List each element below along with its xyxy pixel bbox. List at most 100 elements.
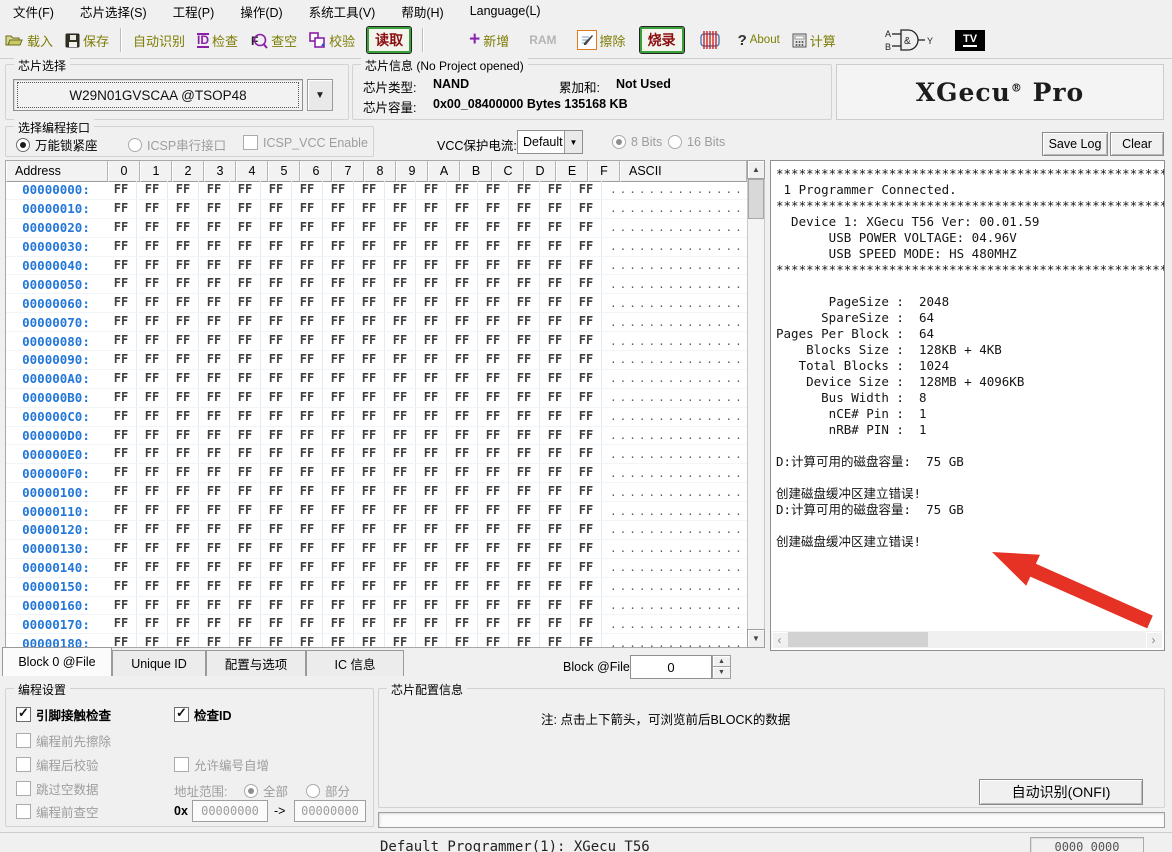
hex-byte-cell[interactable]: FF (261, 408, 292, 426)
menu-item-2[interactable]: 芯片选择(S) (67, 2, 160, 21)
hex-byte-cell[interactable]: FF (509, 389, 540, 407)
hex-byte-cell[interactable]: FF (447, 578, 478, 596)
hex-byte-cell[interactable]: FF (385, 521, 416, 539)
hex-byte-cell[interactable]: FF (230, 181, 261, 199)
hex-byte-cell[interactable]: FF (540, 464, 571, 482)
hex-byte-cell[interactable]: FF (478, 597, 509, 615)
hex-byte-cell[interactable]: FF (137, 559, 168, 577)
hex-byte-cell[interactable]: FF (137, 238, 168, 256)
hex-byte-cell[interactable]: FF (509, 464, 540, 482)
hex-byte-cell[interactable]: FF (323, 427, 354, 445)
hex-byte-cell[interactable]: FF (416, 597, 447, 615)
hex-byte-cell[interactable]: FF (168, 238, 199, 256)
checkbox-check-id[interactable]: 检查ID (174, 705, 232, 724)
hex-byte-cell[interactable]: FF (137, 294, 168, 312)
hex-byte-cell[interactable]: FF (354, 332, 385, 350)
hex-byte-cell[interactable]: FF (199, 597, 230, 615)
hex-byte-cell[interactable]: FF (447, 427, 478, 445)
hex-byte-cell[interactable]: FF (199, 332, 230, 350)
hex-byte-cell[interactable]: FF (509, 294, 540, 312)
hex-byte-cell[interactable]: FF (106, 200, 137, 218)
hex-byte-cell[interactable]: FF (323, 238, 354, 256)
hex-byte-cell[interactable]: FF (478, 559, 509, 577)
hex-byte-cell[interactable]: FF (261, 502, 292, 520)
hex-byte-cell[interactable]: FF (323, 332, 354, 350)
vcc-combobox[interactable]: Default ▼ (517, 130, 583, 154)
hex-byte-cell[interactable]: FF (540, 389, 571, 407)
hex-byte-cell[interactable]: FF (292, 578, 323, 596)
hex-byte-cell[interactable]: FF (354, 578, 385, 596)
hex-ascii-cell[interactable]: ................ (602, 391, 747, 404)
hex-byte-cell[interactable]: FF (292, 181, 323, 199)
hex-byte-cell[interactable]: FF (571, 578, 602, 596)
hex-byte-cell[interactable]: FF (292, 445, 323, 463)
hex-byte-cell[interactable]: FF (571, 502, 602, 520)
hex-byte-cell[interactable]: FF (323, 219, 354, 237)
hex-byte-cell[interactable]: FF (137, 540, 168, 558)
hex-byte-cell[interactable]: FF (106, 219, 137, 237)
hex-byte-cell[interactable]: FF (447, 634, 478, 648)
hex-byte-cell[interactable]: FF (354, 257, 385, 275)
hex-byte-cell[interactable]: FF (230, 559, 261, 577)
hex-byte-cell[interactable]: FF (323, 464, 354, 482)
hex-byte-cell[interactable]: FF (354, 445, 385, 463)
hex-byte-cell[interactable]: FF (137, 257, 168, 275)
hex-byte-cell[interactable]: FF (199, 578, 230, 596)
hex-byte-cell[interactable]: FF (261, 238, 292, 256)
hex-byte-cell[interactable]: FF (385, 238, 416, 256)
hex-byte-cell[interactable]: FF (199, 540, 230, 558)
hex-byte-cell[interactable]: FF (416, 332, 447, 350)
hex-vertical-scrollbar[interactable] (747, 160, 765, 648)
hex-ascii-cell[interactable]: ................ (602, 637, 747, 648)
hex-byte-cell[interactable]: FF (509, 313, 540, 331)
auto-detect-button[interactable]: 自动识别 (133, 31, 185, 50)
hex-byte-cell[interactable]: FF (230, 238, 261, 256)
hex-byte-cell[interactable]: FF (261, 445, 292, 463)
hex-byte-cell[interactable]: FF (261, 181, 292, 199)
hex-ascii-cell[interactable]: ................ (602, 297, 747, 310)
hex-byte-cell[interactable]: FF (478, 313, 509, 331)
hex-byte-cell[interactable]: FF (230, 615, 261, 633)
tab-3[interactable]: 配置与选项 (206, 650, 306, 676)
program-button[interactable]: 烧录 (640, 27, 684, 53)
hex-byte-cell[interactable]: FF (292, 408, 323, 426)
hex-ascii-cell[interactable]: ................ (602, 561, 747, 574)
hex-byte-cell[interactable]: FF (447, 181, 478, 199)
tab-2[interactable]: Unique ID (112, 650, 206, 676)
hex-byte-cell[interactable]: FF (168, 370, 199, 388)
hex-byte-cell[interactable]: FF (416, 408, 447, 426)
hex-byte-cell[interactable]: FF (323, 294, 354, 312)
menu-item-6[interactable]: 帮助(H) (388, 2, 456, 21)
hex-byte-cell[interactable]: FF (385, 540, 416, 558)
hex-byte-cell[interactable]: FF (478, 181, 509, 199)
hex-byte-cell[interactable]: FF (168, 200, 199, 218)
hex-byte-cell[interactable]: FF (199, 200, 230, 218)
scroll-up-button[interactable]: ▲ (747, 160, 765, 179)
hex-byte-cell[interactable]: FF (478, 275, 509, 293)
hex-byte-cell[interactable]: FF (509, 219, 540, 237)
hex-byte-cell[interactable]: FF (540, 200, 571, 218)
hex-byte-cell[interactable]: FF (106, 445, 137, 463)
verify-button[interactable]: 校验 (309, 31, 355, 50)
hex-byte-cell[interactable]: FF (540, 615, 571, 633)
tab-1[interactable]: Block 0 @File (2, 647, 112, 676)
hex-byte-cell[interactable]: FF (571, 200, 602, 218)
hex-byte-cell[interactable]: FF (478, 389, 509, 407)
hex-byte-cell[interactable]: FF (168, 427, 199, 445)
hex-byte-cell[interactable]: FF (385, 257, 416, 275)
hex-byte-cell[interactable]: FF (416, 200, 447, 218)
hex-byte-cell[interactable]: FF (478, 257, 509, 275)
hex-byte-cell[interactable]: FF (540, 294, 571, 312)
hex-byte-cell[interactable]: FF (447, 389, 478, 407)
hex-byte-cell[interactable]: FF (168, 464, 199, 482)
hex-ascii-cell[interactable]: ................ (602, 183, 747, 196)
hex-ascii-cell[interactable]: ................ (602, 580, 747, 593)
hex-byte-cell[interactable]: FF (292, 351, 323, 369)
hex-byte-cell[interactable]: FF (230, 275, 261, 293)
hex-byte-cell[interactable]: FF (292, 294, 323, 312)
hex-byte-cell[interactable]: FF (416, 521, 447, 539)
hex-byte-cell[interactable]: FF (540, 540, 571, 558)
hex-ascii-cell[interactable]: ................ (602, 202, 747, 215)
hex-byte-cell[interactable]: FF (168, 332, 199, 350)
hex-byte-cell[interactable]: FF (323, 275, 354, 293)
